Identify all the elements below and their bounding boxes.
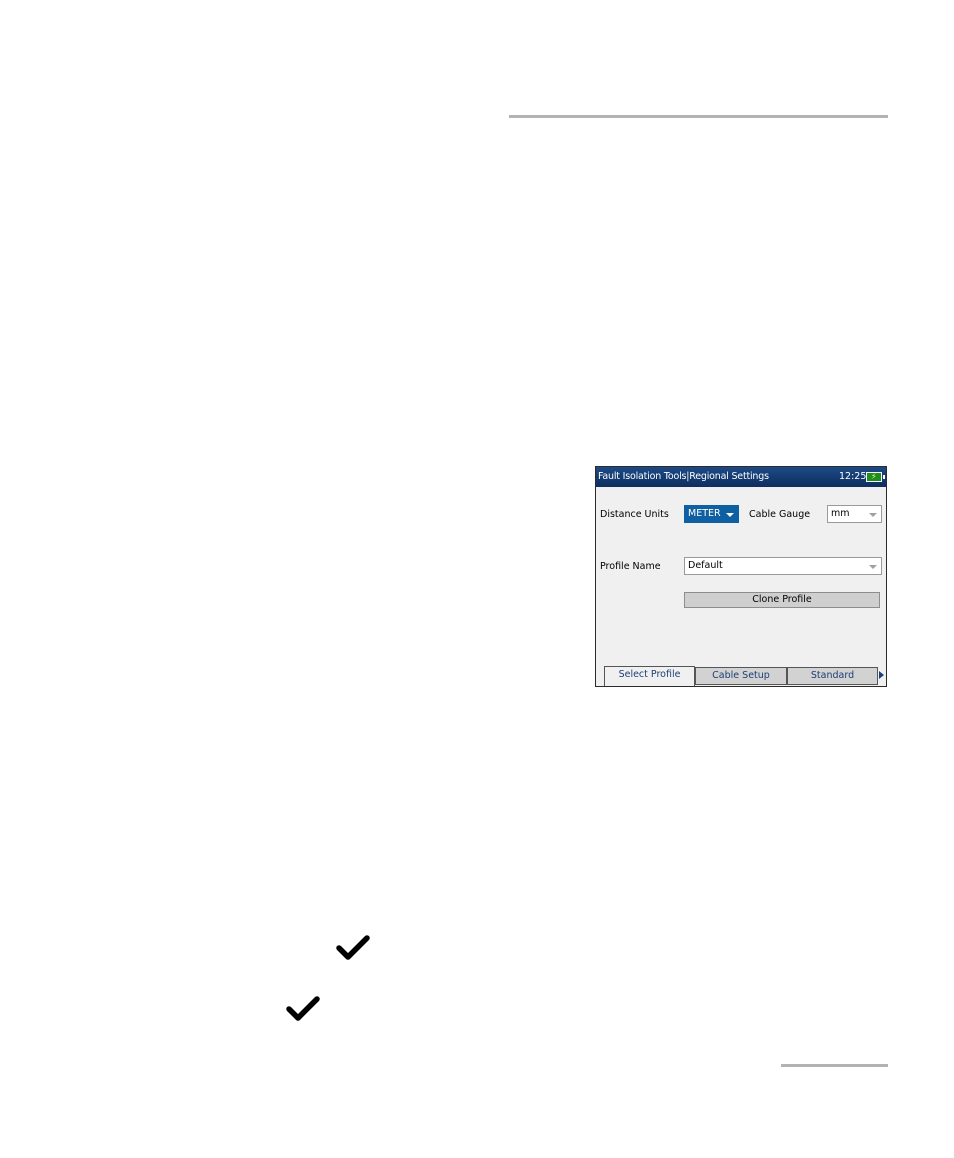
checkmark-icon xyxy=(286,996,320,1022)
manual-page: Fault Isolation Tools|Regional Settings … xyxy=(0,0,954,1158)
distance-units-value: METER xyxy=(688,508,721,519)
clone-profile-button[interactable]: Clone Profile xyxy=(684,592,880,608)
chevron-right-icon[interactable] xyxy=(879,671,884,679)
tab-standard[interactable]: Standard xyxy=(787,667,878,685)
footer-rule xyxy=(781,1064,888,1067)
tab-bar: Cable Setup Standard Select Profile xyxy=(596,666,886,686)
header-rule xyxy=(509,115,888,118)
clock: 12:25 xyxy=(839,471,867,482)
chevron-down-icon xyxy=(869,513,877,517)
chevron-down-icon xyxy=(726,513,734,517)
profile-name-value: Default xyxy=(688,560,723,571)
distance-units-dropdown[interactable]: METER xyxy=(684,505,739,523)
window-title: Fault Isolation Tools|Regional Settings xyxy=(598,471,769,482)
cable-gauge-dropdown[interactable]: mm xyxy=(827,505,882,523)
title-bar: Fault Isolation Tools|Regional Settings … xyxy=(596,467,886,487)
checkmark-icon xyxy=(336,935,370,961)
tab-select-profile[interactable]: Select Profile xyxy=(604,666,695,686)
battery-icon: ⚡ xyxy=(866,472,885,482)
distance-units-label: Distance Units xyxy=(600,509,669,520)
device-screen: Fault Isolation Tools|Regional Settings … xyxy=(595,466,887,687)
chevron-down-icon xyxy=(869,565,877,569)
cable-gauge-value: mm xyxy=(831,508,850,519)
cable-gauge-label: Cable Gauge xyxy=(749,509,811,520)
profile-name-label: Profile Name xyxy=(600,561,661,572)
tab-cable-setup[interactable]: Cable Setup xyxy=(695,667,787,685)
profile-name-dropdown[interactable]: Default xyxy=(684,557,882,575)
